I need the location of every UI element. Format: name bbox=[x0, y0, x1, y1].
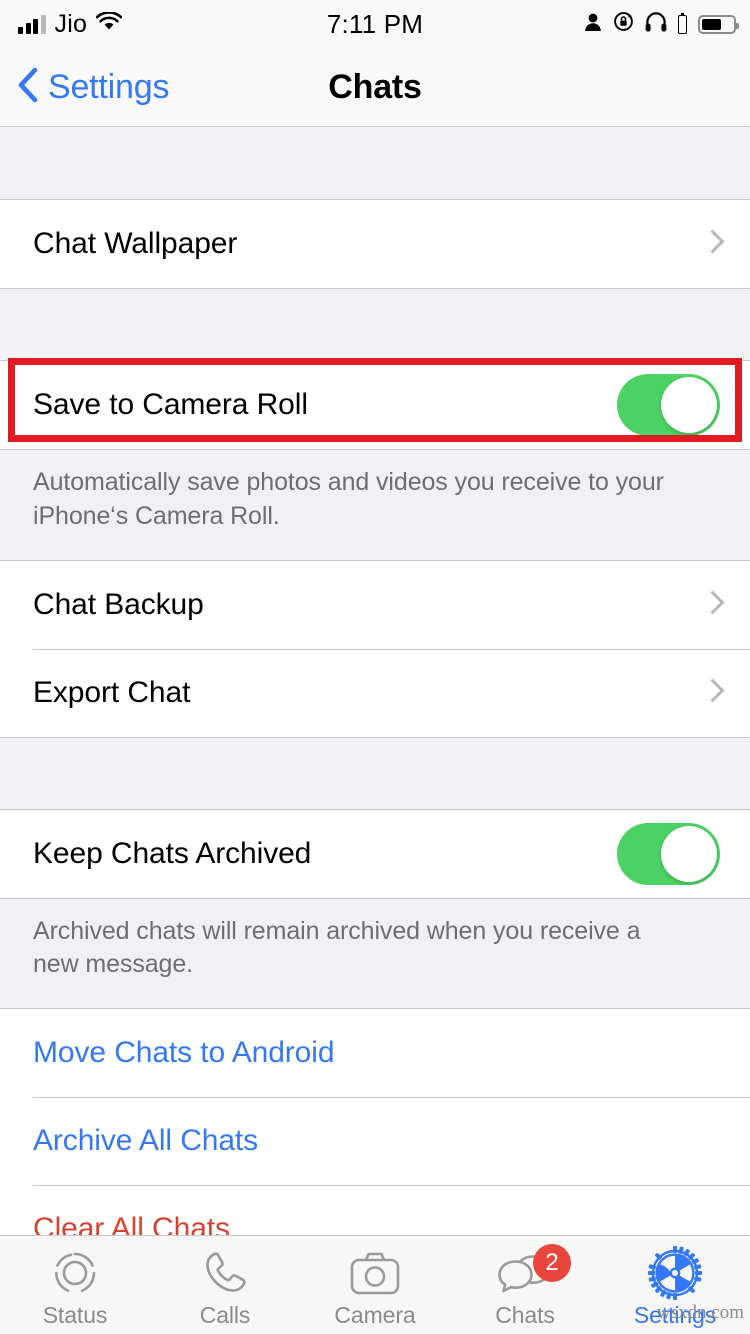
headphones-icon bbox=[645, 11, 667, 37]
footnote-archive: Archived chats will remain archived when… bbox=[0, 898, 750, 1008]
tab-label: Camera bbox=[334, 1301, 416, 1328]
status-bar-right bbox=[584, 0, 739, 48]
row-label: Move Chats to Android bbox=[33, 1036, 335, 1069]
chats-badge: 2 bbox=[533, 1243, 571, 1282]
save-to-camera-roll-toggle[interactable] bbox=[617, 374, 720, 436]
camera-icon bbox=[349, 1248, 401, 1298]
section-archive: Keep Chats Archived bbox=[0, 808, 750, 899]
row-move-chats-to-android[interactable]: Move Chats to Android bbox=[0, 1009, 750, 1097]
row-label: Keep Chats Archived bbox=[33, 836, 312, 870]
chevron-right-icon bbox=[703, 229, 720, 259]
page-title: Chats bbox=[328, 68, 422, 106]
tab-label: Chats bbox=[495, 1301, 555, 1328]
row-label: Clear All Chats bbox=[33, 1212, 230, 1235]
tab-status[interactable]: Status bbox=[0, 1236, 150, 1334]
battery-icon bbox=[698, 14, 739, 34]
watermark: wsxdn.com bbox=[656, 1302, 744, 1323]
phone-screen: Jio 7:11 PM Settings Chats Chat Wallpape… bbox=[0, 0, 750, 1334]
row-archive-all-chats[interactable]: Archive All Chats bbox=[0, 1097, 750, 1185]
section-gap bbox=[0, 289, 750, 360]
tab-camera[interactable]: Camera bbox=[300, 1236, 450, 1334]
tab-calls[interactable]: Calls bbox=[150, 1236, 300, 1334]
row-keep-chats-archived[interactable]: Keep Chats Archived bbox=[0, 809, 750, 898]
status-rings-icon bbox=[49, 1248, 101, 1298]
keep-chats-archived-toggle[interactable] bbox=[617, 822, 720, 885]
chevron-right-icon bbox=[703, 678, 720, 708]
section-backup: Chat Backup Export Chat bbox=[0, 559, 750, 738]
headphone-battery-icon bbox=[678, 12, 687, 34]
row-clear-all-chats[interactable]: Clear All Chats bbox=[0, 1185, 750, 1235]
tab-bar[interactable]: Status Calls Camera 2 Chats Settings bbox=[0, 1235, 750, 1334]
row-chat-backup[interactable]: Chat Backup bbox=[0, 560, 750, 649]
row-label: Export Chat bbox=[33, 675, 191, 709]
section-gap bbox=[0, 128, 750, 199]
row-label: Chat Backup bbox=[33, 587, 204, 621]
section-gap bbox=[0, 737, 750, 809]
person-icon bbox=[584, 12, 602, 37]
row-save-to-camera-roll[interactable]: Save to Camera Roll bbox=[0, 361, 750, 449]
chat-bubbles-icon: 2 bbox=[497, 1243, 571, 1298]
toggle-knob bbox=[661, 825, 717, 882]
gear-icon bbox=[648, 1245, 702, 1300]
row-label: Save to Camera Roll bbox=[33, 388, 308, 421]
navigation-bar: Settings Chats bbox=[0, 48, 750, 127]
row-label: Archive All Chats bbox=[33, 1124, 259, 1157]
row-chat-wallpaper[interactable]: Chat Wallpaper bbox=[0, 200, 750, 288]
phone-icon bbox=[200, 1248, 250, 1298]
tab-label: Calls bbox=[199, 1301, 251, 1328]
section-actions: Move Chats to Android Archive All Chats … bbox=[0, 1008, 750, 1235]
section-wallpaper: Chat Wallpaper bbox=[0, 199, 750, 289]
row-label: Chat Wallpaper bbox=[33, 227, 238, 260]
chevron-right-icon bbox=[703, 590, 720, 620]
rotation-lock-icon bbox=[613, 11, 634, 37]
tab-label: Status bbox=[42, 1301, 108, 1328]
tab-chats[interactable]: 2 Chats bbox=[450, 1236, 600, 1334]
status-bar: Jio 7:11 PM bbox=[0, 0, 750, 48]
settings-list[interactable]: Chat Wallpaper Save to Camera Roll Autom… bbox=[0, 128, 750, 1235]
row-export-chat[interactable]: Export Chat bbox=[0, 648, 750, 737]
clock-label: 7:11 PM bbox=[326, 8, 424, 39]
footnote-camera-roll: Automatically save photos and videos you… bbox=[0, 450, 750, 560]
toggle-knob bbox=[661, 377, 717, 433]
section-camera-roll: Save to Camera Roll bbox=[0, 360, 750, 450]
